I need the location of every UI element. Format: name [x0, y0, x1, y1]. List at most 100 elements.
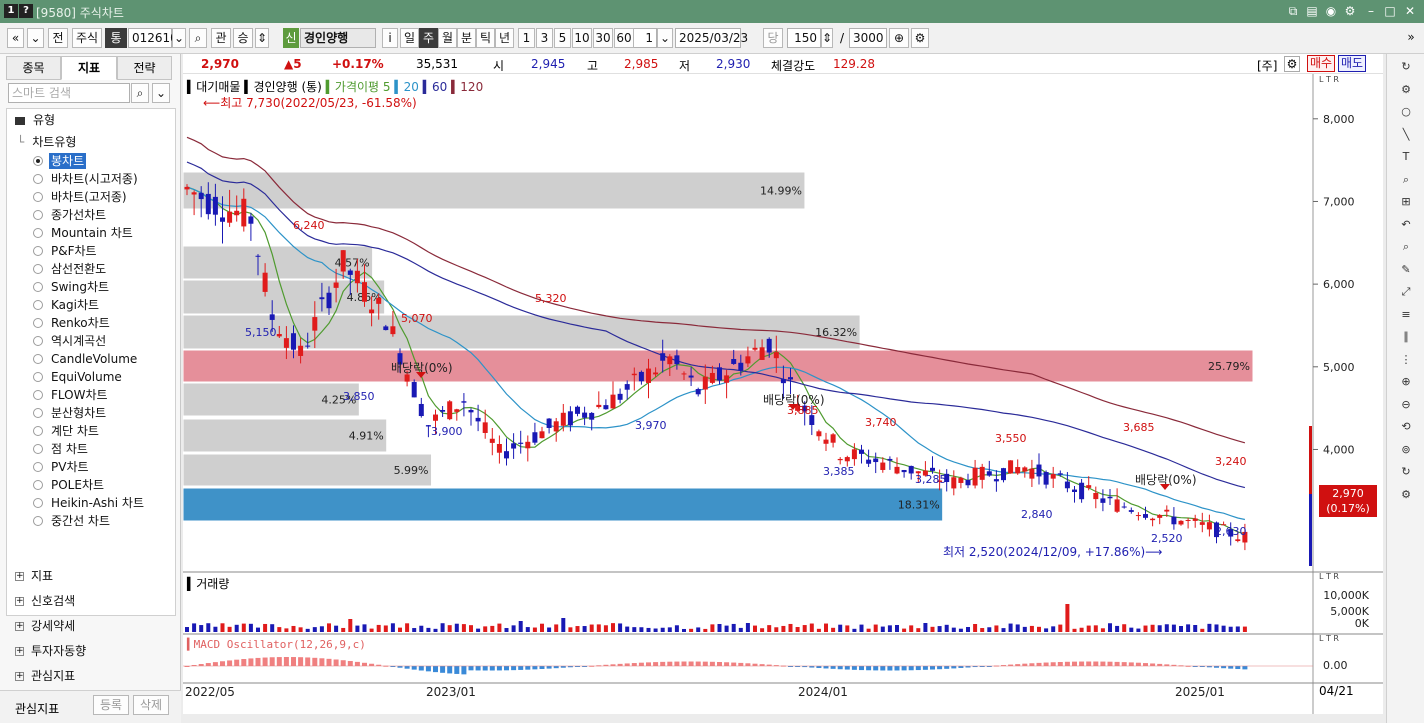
- gear-icon[interactable]: ⚙: [1343, 4, 1357, 18]
- search-icon[interactable]: ⌕: [131, 83, 149, 103]
- tool-icon[interactable]: ⊕: [1397, 373, 1415, 391]
- chart-type-item[interactable]: 계단 차트: [7, 423, 175, 439]
- chart-type-item[interactable]: Renko차트: [7, 315, 175, 331]
- gear-icon[interactable]: ⚙: [1284, 56, 1300, 72]
- stock-name-field[interactable]: 경인양행: [300, 28, 376, 48]
- chart-type-item[interactable]: P&F차트: [7, 243, 175, 259]
- type-header[interactable]: 유형: [15, 112, 55, 128]
- more-icon[interactable]: ⌄: [27, 28, 44, 48]
- expand-icon[interactable]: »: [1404, 28, 1418, 48]
- gear-icon[interactable]: ⚙: [911, 28, 929, 48]
- tool-icon[interactable]: ⊚: [1397, 441, 1415, 459]
- radio-icon[interactable]: [33, 354, 43, 364]
- close-icon[interactable]: ✕: [1403, 4, 1417, 18]
- chart-type-item[interactable]: 분산형차트: [7, 405, 175, 421]
- chevron-down-icon[interactable]: ⌄: [152, 83, 170, 103]
- period-button-3[interactable]: 분: [457, 28, 476, 48]
- radio-icon[interactable]: [33, 462, 43, 472]
- chart-type-item[interactable]: 종가선차트: [7, 207, 175, 223]
- chart-type-item[interactable]: 삼선전환도: [7, 261, 175, 277]
- tool-icon[interactable]: ⚙: [1397, 486, 1415, 504]
- max-count-input[interactable]: 3000: [849, 28, 887, 48]
- camera-icon[interactable]: ◉: [1324, 4, 1338, 18]
- tool-icon[interactable]: ⋮: [1397, 351, 1415, 369]
- radio-icon[interactable]: [33, 264, 43, 274]
- minute-button-30[interactable]: 30: [593, 28, 613, 48]
- tool-icon[interactable]: ∥: [1397, 328, 1415, 346]
- unit-count-input[interactable]: 1: [633, 28, 657, 48]
- chart-type-item[interactable]: EquiVolume: [7, 369, 175, 385]
- chart-type-item[interactable]: 바차트(시고저종): [7, 171, 175, 187]
- tool-icon[interactable]: ⟲: [1397, 418, 1415, 436]
- radio-icon[interactable]: [33, 444, 43, 454]
- stock-type-button[interactable]: 주식: [72, 28, 102, 48]
- radio-icon[interactable]: [33, 192, 43, 202]
- save-icon[interactable]: ▤: [1305, 4, 1319, 18]
- section-3[interactable]: + 투자자동향: [15, 643, 86, 659]
- dang-button[interactable]: 당: [763, 28, 783, 48]
- tool-icon[interactable]: ⊖: [1397, 396, 1415, 414]
- minimize-icon[interactable]: –: [1364, 4, 1378, 18]
- stock-chart[interactable]: 14.99%4.57%4.86%16.32%25.79%4.25%4.91%5.…: [183, 74, 1383, 714]
- tool-icon[interactable]: ⌕: [1397, 238, 1415, 256]
- prev-stock-button[interactable]: «: [7, 28, 24, 48]
- buy-button[interactable]: 매수: [1307, 55, 1335, 72]
- radio-icon[interactable]: [33, 174, 43, 184]
- chart-type-item[interactable]: Heikin-Ashi 차트: [7, 495, 175, 511]
- jeon-button[interactable]: 전: [48, 28, 68, 48]
- minute-button-10[interactable]: 10: [572, 28, 592, 48]
- chart-area[interactable]: 14.99%4.57%4.86%16.32%25.79%4.25%4.91%5.…: [183, 74, 1383, 714]
- tool-icon[interactable]: ○: [1397, 103, 1415, 121]
- radio-icon[interactable]: [33, 372, 43, 382]
- tool-icon[interactable]: ↻: [1397, 463, 1415, 481]
- stock-code-input[interactable]: 012610: [128, 28, 178, 48]
- radio-icon[interactable]: [33, 282, 43, 292]
- zoom-in-icon[interactable]: ⊕: [889, 28, 909, 48]
- tool-icon[interactable]: ↻: [1397, 58, 1415, 76]
- tab-stock[interactable]: 종목: [6, 56, 61, 80]
- radio-icon[interactable]: [33, 480, 43, 490]
- tool-icon[interactable]: ⤢: [1397, 283, 1415, 301]
- chart-type-item[interactable]: 바차트(고저종): [7, 189, 175, 205]
- chart-type-item[interactable]: 역시계곡선: [7, 333, 175, 349]
- link-icon[interactable]: ⧉: [1286, 4, 1300, 18]
- radio-icon[interactable]: [33, 408, 43, 418]
- radio-icon[interactable]: [33, 426, 43, 436]
- info-button[interactable]: i: [382, 28, 398, 48]
- minute-button-5[interactable]: 5: [554, 28, 571, 48]
- ltr-control[interactable]: L T R: [1319, 572, 1339, 581]
- tool-icon[interactable]: ✎: [1397, 261, 1415, 279]
- section-2[interactable]: + 강세약세: [15, 618, 75, 634]
- radio-icon[interactable]: [33, 210, 43, 220]
- period-button-0[interactable]: 일: [400, 28, 419, 48]
- sell-button[interactable]: 매도: [1338, 55, 1366, 72]
- unit-label[interactable]: [주]: [1257, 57, 1277, 74]
- help-button[interactable]: ?: [19, 4, 33, 18]
- minute-button-1[interactable]: 1: [518, 28, 535, 48]
- period-button-5[interactable]: 년: [495, 28, 514, 48]
- tab-strategy[interactable]: 전략: [117, 56, 172, 80]
- radio-icon[interactable]: [33, 156, 43, 166]
- tool-icon[interactable]: T: [1397, 148, 1415, 166]
- chart-type-item[interactable]: CandleVolume: [7, 351, 175, 367]
- seung-button[interactable]: 승: [233, 28, 253, 48]
- chart-type-item[interactable]: 점 차트: [7, 441, 175, 457]
- chart-type-item[interactable]: 봉차트: [7, 153, 175, 169]
- period-button-2[interactable]: 월: [438, 28, 457, 48]
- radio-icon[interactable]: [33, 336, 43, 346]
- chart-type-item[interactable]: FLOW차트: [7, 387, 175, 403]
- smart-search-input[interactable]: 스마트 검색: [8, 83, 130, 103]
- delete-button[interactable]: 삭제: [133, 695, 169, 715]
- spin-icon[interactable]: ⇕: [821, 28, 833, 48]
- category-chart-type[interactable]: └ 차트유형: [17, 134, 76, 150]
- minute-button-3[interactable]: 3: [536, 28, 553, 48]
- date-input[interactable]: 2025/03/23: [675, 28, 748, 48]
- minute-button-60[interactable]: 60: [614, 28, 634, 48]
- ltr-control[interactable]: L T R: [1319, 75, 1339, 84]
- tool-icon[interactable]: ╲: [1397, 126, 1415, 144]
- chart-type-item[interactable]: POLE차트: [7, 477, 175, 493]
- radio-icon[interactable]: [33, 498, 43, 508]
- radio-icon[interactable]: [33, 318, 43, 328]
- tool-icon[interactable]: ↶: [1397, 216, 1415, 234]
- chevron-down-icon[interactable]: ⌄: [172, 28, 186, 48]
